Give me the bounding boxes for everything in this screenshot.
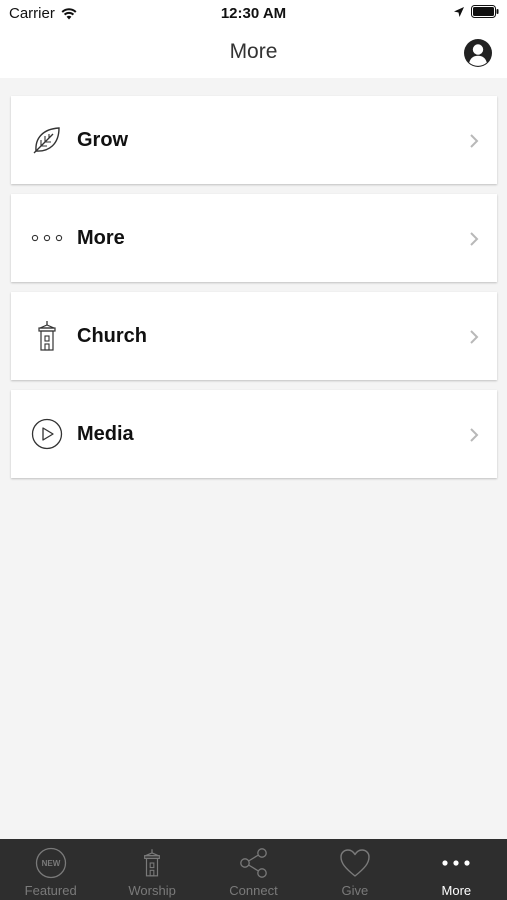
menu-item-church[interactable]: Church [11,292,497,380]
share-icon [237,846,271,880]
menu-list: Grow More Church Media [11,96,497,488]
location-arrow-icon [454,6,464,17]
tab-bar: NEW Featured Worship Connect Give More [0,839,507,900]
tab-more[interactable]: More [406,839,507,900]
church-icon [135,846,169,880]
tab-give[interactable]: Give [304,839,405,900]
menu-item-label: Media [77,422,134,445]
profile-button[interactable] [463,38,493,68]
play-icon [29,416,65,452]
battery-icon [471,5,499,18]
person-circle-icon [464,39,492,67]
tab-label: Connect [229,883,278,898]
tab-label: Featured [24,883,77,898]
ellipsis-icon [439,846,473,880]
new-badge-text: NEW [41,859,60,868]
clock: 12:30 AM [220,5,287,22]
chevron-right-icon [470,232,479,246]
tab-label: More [441,883,472,898]
status-bar: Carrier 12:30 AM [0,0,507,28]
heart-icon [338,846,372,880]
menu-item-label: Grow [77,128,129,151]
menu-item-label: More [77,226,125,249]
page-title: More [229,40,278,63]
nav-header: More [0,28,507,78]
menu-item-grow[interactable]: Grow [11,96,497,184]
menu-item-more[interactable]: More [11,194,497,282]
chevron-right-icon [470,428,479,442]
tab-label: Give [341,883,369,898]
chevron-right-icon [470,330,479,344]
tab-connect[interactable]: Connect [203,839,304,900]
tab-label: Worship [128,883,176,898]
status-right [453,5,499,18]
tab-featured[interactable]: NEW Featured [0,839,101,900]
leaf-icon [29,122,65,158]
menu-item-label: Church [77,324,147,347]
tab-worship[interactable]: Worship [101,839,202,900]
chevron-right-icon [470,134,479,148]
new-badge-icon: NEW [34,846,68,880]
church-icon [29,318,65,354]
menu-item-media[interactable]: Media [11,390,497,478]
ellipsis-icon [29,220,65,256]
